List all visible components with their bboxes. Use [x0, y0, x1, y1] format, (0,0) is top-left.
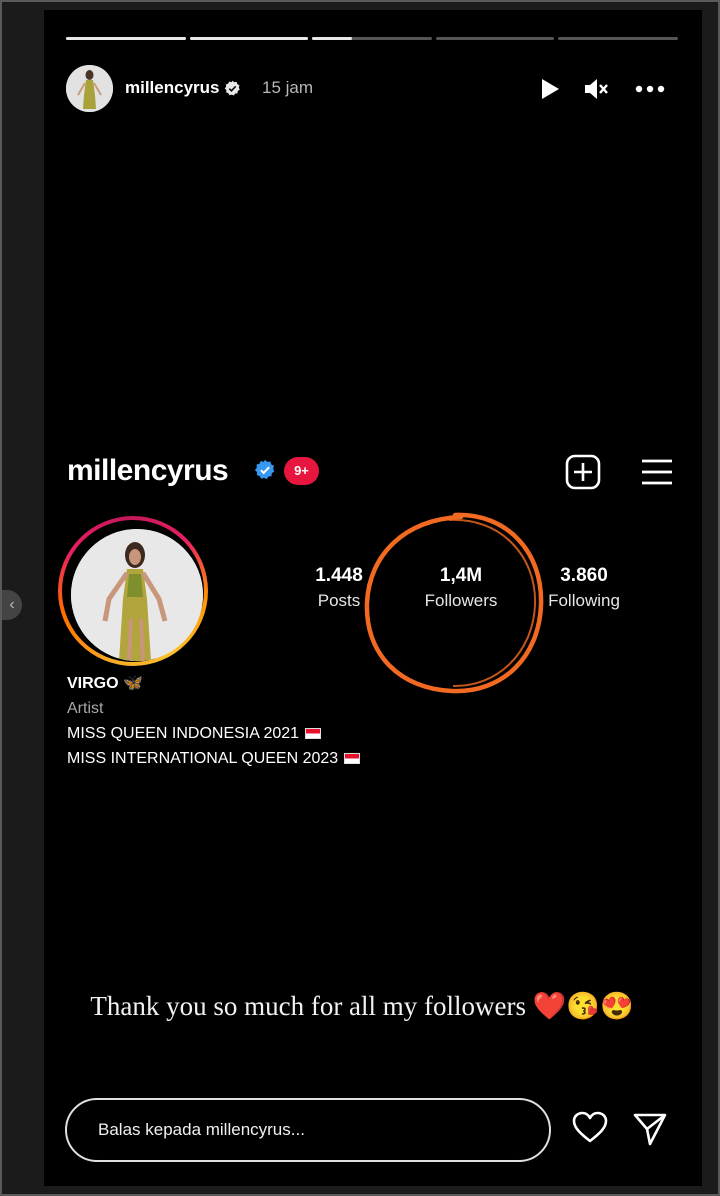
- story-caption: Thank you so much for all my followers ❤…: [90, 991, 634, 1021]
- reply-placeholder: Balas kepada millencyrus...: [98, 1120, 305, 1139]
- story-time: 15 jam: [262, 78, 314, 97]
- verified-icon: [224, 80, 240, 96]
- story-username[interactable]: millencyrus: [125, 78, 241, 98]
- progress-segment: [66, 37, 186, 40]
- indonesia-flag-icon: [305, 728, 322, 740]
- more-icon[interactable]: [634, 76, 666, 102]
- progress-segment: [436, 37, 554, 40]
- bio-line-text: MISS QUEEN INDONESIA 2021: [67, 725, 300, 742]
- previous-story-icon[interactable]: ‹: [2, 590, 22, 620]
- bio-line-text: MISS INTERNATIONAL QUEEN 2023: [67, 750, 339, 767]
- send-icon[interactable]: [631, 1110, 669, 1148]
- bio-title: VIRGO 🦋: [67, 675, 143, 692]
- play-icon[interactable]: [536, 76, 564, 102]
- profile-avatar: [71, 529, 203, 661]
- story-avatar[interactable]: [66, 65, 113, 112]
- profile-username: millencyrus: [67, 454, 229, 487]
- menu-icon: [642, 459, 672, 485]
- story-username-text: millencyrus: [125, 78, 220, 97]
- story-viewer: ‹ millencyrus 15 jam millencyrus 9+ 1.44…: [0, 0, 720, 1196]
- profile-avatar-ring: [58, 516, 208, 666]
- progress-segment: [190, 37, 308, 40]
- indonesia-flag-icon: [344, 753, 361, 765]
- heart-icon[interactable]: [571, 1110, 609, 1146]
- mute-icon[interactable]: [582, 76, 610, 102]
- verified-icon: [254, 459, 275, 480]
- profile-bio: VIRGO 🦋 Artist MISS QUEEN INDONESIA 2021…: [67, 671, 361, 771]
- progress-segment: [312, 37, 432, 40]
- bio-category: Artist: [67, 700, 104, 717]
- notification-badge: 9+: [284, 457, 319, 485]
- bio-line: MISS QUEEN INDONESIA 2021: [67, 721, 360, 746]
- highlight-circle: [364, 512, 544, 694]
- reply-input[interactable]: Balas kepada millencyrus...: [65, 1098, 551, 1162]
- bio-line: MISS INTERNATIONAL QUEEN 2023: [67, 746, 361, 771]
- progress-segment: [558, 37, 678, 40]
- add-post-icon: [565, 454, 601, 490]
